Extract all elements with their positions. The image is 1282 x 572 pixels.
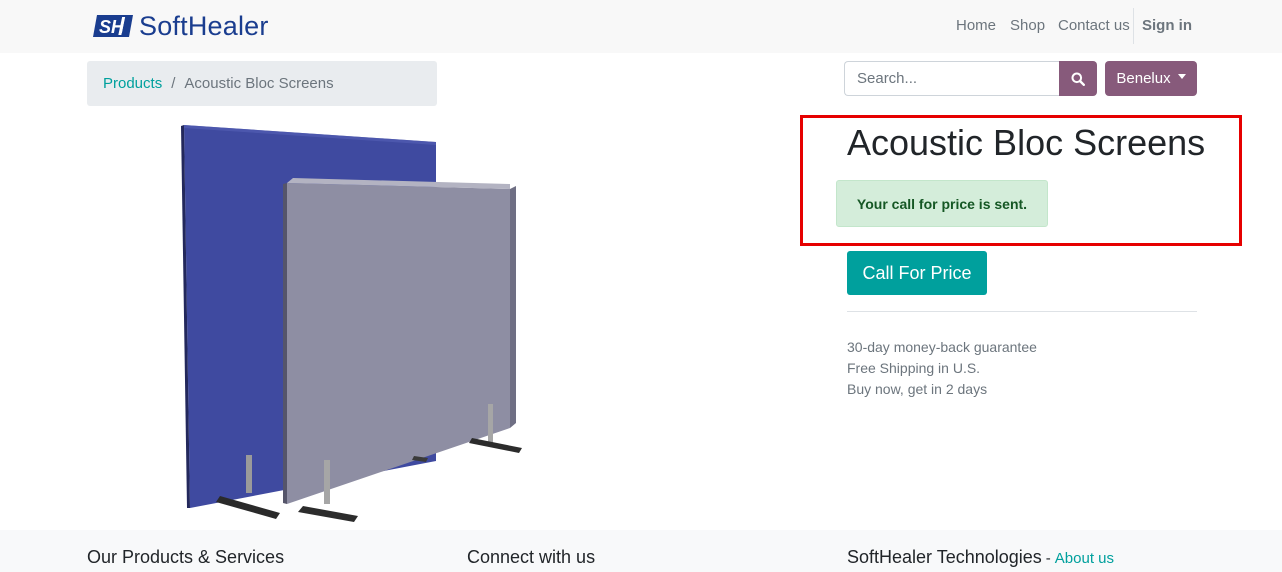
pricelist-label: Benelux — [1116, 70, 1171, 87]
chevron-down-icon — [1177, 74, 1186, 79]
nav-divider — [1133, 8, 1134, 44]
divider — [847, 311, 1197, 312]
search-icon — [1071, 72, 1085, 86]
brand-name: SoftHealer — [139, 11, 269, 41]
success-alert: Your call for price is sent. — [836, 180, 1048, 227]
product-image — [181, 125, 522, 522]
footer-separator: - — [1045, 550, 1051, 567]
footer: Our Products & Services Connect with us … — [0, 530, 1282, 572]
nav-home-link[interactable]: Home — [956, 17, 996, 34]
product-title: Acoustic Bloc Screens — [847, 122, 1206, 163]
breadcrumb: Products / Acoustic Bloc Screens — [87, 61, 437, 106]
pricelist-dropdown[interactable]: Benelux — [1105, 61, 1197, 96]
breadcrumb-separator: / — [171, 75, 176, 92]
search-button[interactable] — [1059, 61, 1097, 96]
about-us-link[interactable]: About us — [1055, 550, 1114, 567]
top-navbar: S H SoftHealer Home Shop Contact us Sign… — [0, 0, 1282, 53]
footer-company-name: SoftHealer Technologies — [847, 547, 1042, 567]
term-money-back: 30-day money-back guarantee — [847, 339, 1037, 355]
svg-text:S: S — [99, 17, 111, 37]
product-search — [844, 61, 1097, 96]
nav-shop-link[interactable]: Shop — [1010, 17, 1045, 34]
footer-products-heading: Our Products & Services — [87, 547, 285, 567]
search-input[interactable] — [844, 61, 1059, 96]
footer-connect-heading: Connect with us — [467, 547, 596, 567]
breadcrumb-products-link[interactable]: Products — [103, 75, 162, 92]
product-terms: 30-day money-back guarantee Free Shippin… — [847, 337, 1037, 400]
footer-company-heading: SoftHealer Technologies - About us — [847, 547, 1114, 568]
brand-logo[interactable]: S H SoftHealer — [93, 10, 269, 42]
sign-in-link[interactable]: Sign in — [1142, 17, 1192, 34]
softhealer-logo-icon: S H — [93, 15, 133, 37]
term-delivery: Buy now, get in 2 days — [847, 381, 988, 397]
nav-contact-link[interactable]: Contact us — [1058, 17, 1130, 34]
breadcrumb-current: Acoustic Bloc Screens — [184, 75, 334, 92]
term-free-shipping: Free Shipping in U.S. — [847, 360, 981, 376]
call-for-price-button[interactable]: Call For Price — [847, 251, 987, 295]
